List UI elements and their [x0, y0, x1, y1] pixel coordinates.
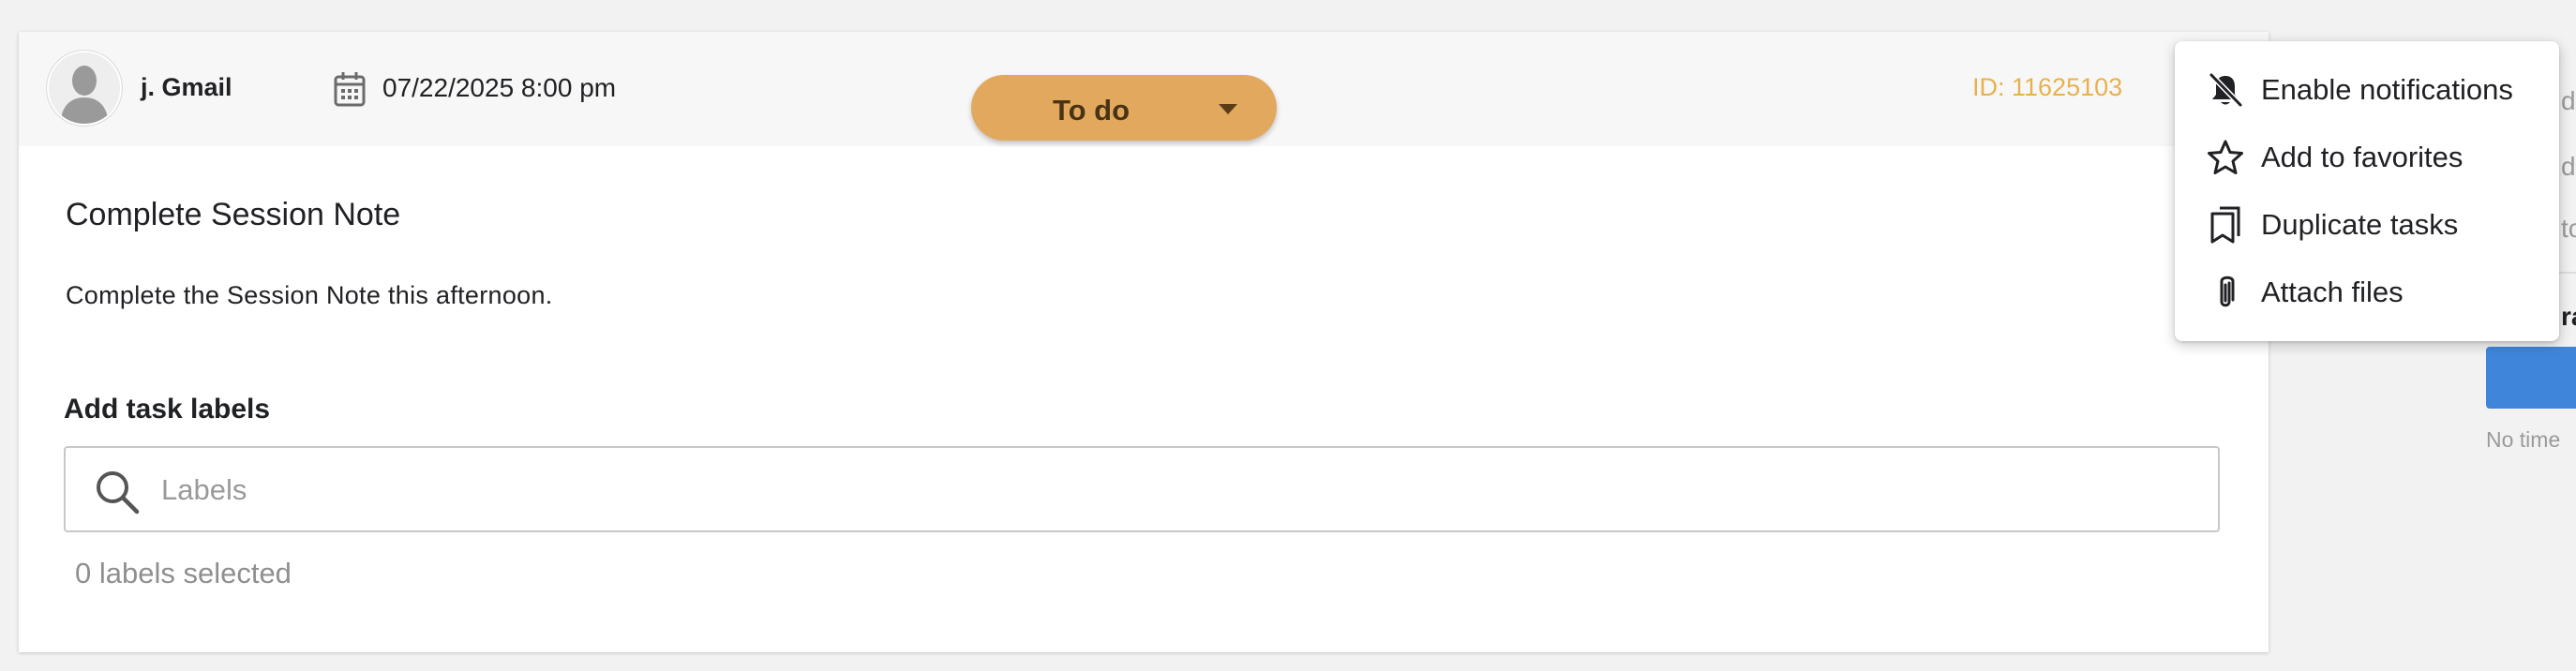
menu-item-attach-files[interactable]: Attach files	[2175, 257, 2559, 324]
menu-item-label: Add to favorites	[2261, 141, 2464, 173]
task-title[interactable]: Complete Session Note	[66, 197, 400, 233]
calendar-icon	[334, 72, 366, 107]
labels-search-box[interactable]	[64, 446, 2220, 532]
status-label: To do	[1052, 94, 1131, 127]
no-time-text: No time	[2486, 427, 2561, 452]
star-outline-icon	[2208, 140, 2243, 174]
task-id: ID: 11625103	[1972, 73, 2123, 101]
due-date: 07/22/2025 8:00 pm	[382, 73, 617, 102]
avatar[interactable]	[47, 51, 122, 126]
task-options-menu: Enable notifications Add to favorites Du…	[2175, 41, 2559, 341]
menu-item-label: Attach files	[2261, 276, 2404, 308]
menu-item-duplicate-tasks[interactable]: Duplicate tasks	[2175, 189, 2559, 257]
menu-item-label: Duplicate tasks	[2261, 208, 2459, 241]
assignee-name: j. Gmail	[141, 73, 232, 101]
labels-selected-count: 0 labels selected	[75, 557, 292, 589]
status-dropdown[interactable]: To do	[971, 75, 1277, 141]
caret-down-icon	[1219, 104, 1237, 114]
task-description[interactable]: Complete the Session Note this afternoon…	[66, 281, 553, 310]
labels-search-input[interactable]	[159, 463, 2188, 517]
labels-heading: Add task labels	[64, 394, 271, 425]
side-panel-heading: ra	[2561, 302, 2576, 331]
side-panel-text: d	[2561, 152, 2576, 181]
menu-item-add-to-favorites[interactable]: Add to favorites	[2175, 122, 2559, 189]
search-icon	[97, 471, 140, 514]
side-panel-text: d	[2561, 86, 2576, 115]
bookmarks-icon	[2210, 206, 2240, 244]
bell-off-icon	[2209, 72, 2243, 108]
menu-item-label: Enable notifications	[2261, 73, 2513, 106]
time-action-button[interactable]	[2486, 347, 2576, 409]
paperclip-icon	[2220, 276, 2235, 307]
side-panel-text: to	[2561, 214, 2576, 243]
menu-item-enable-notifications[interactable]: Enable notifications	[2175, 54, 2559, 122]
avatar-silhouette-icon	[49, 52, 120, 124]
